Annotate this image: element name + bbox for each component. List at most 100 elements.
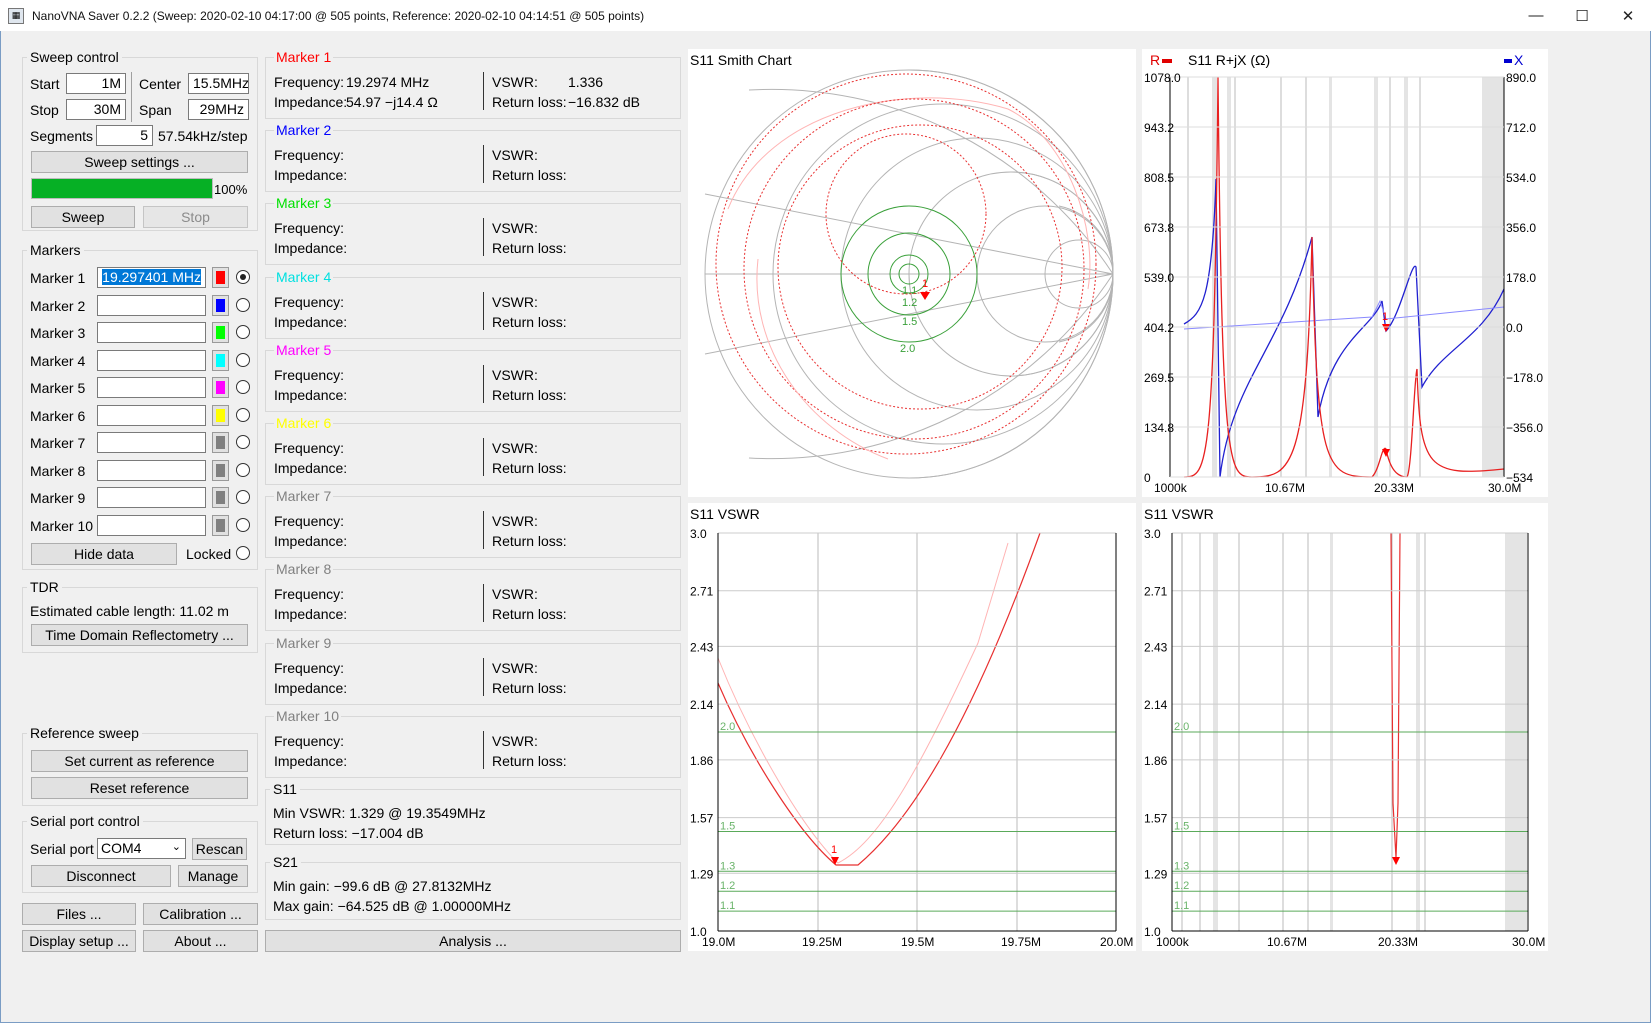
marker-frequency-input[interactable]: [97, 487, 206, 508]
marker-data-separator: [483, 364, 484, 403]
serial-port-select[interactable]: COM4 ⌄: [97, 838, 186, 859]
marker-frequency-input[interactable]: [97, 349, 206, 371]
marker-select-radio[interactable]: [236, 462, 250, 477]
marker-row-label: Marker 1: [30, 270, 86, 286]
marker-field-label: Impedance:: [274, 386, 348, 403]
marker-row-label: Marker 7: [30, 435, 86, 451]
marker-frequency-input[interactable]: [97, 514, 206, 536]
stop-button[interactable]: Stop: [143, 206, 248, 228]
hide-data-button[interactable]: Hide data: [31, 543, 177, 565]
vswr-zoom-chart-panel[interactable]: S11 VSWR 1 3.0 2.71 2.43 2.14 1.86 1.57 1.29 1.…: [688, 503, 1136, 951]
marker-frequency-input[interactable]: [97, 404, 206, 426]
marker-field-label: Impedance:: [274, 679, 348, 696]
center-label: Center: [139, 76, 182, 92]
segments-input[interactable]: 5: [96, 125, 153, 146]
marker-field-label: Frequency:: [274, 74, 345, 90]
marker-field-label: Impedance:: [274, 94, 348, 110]
marker-select-radio[interactable]: [236, 435, 250, 449]
calibration-button[interactable]: Calibration ...: [143, 903, 258, 925]
marker-frequency-input[interactable]: [97, 459, 206, 481]
marker-data-title: Marker 10: [274, 707, 342, 724]
vswr-y-tick-label: 3.0: [690, 527, 707, 541]
r-legend-label: R: [1150, 52, 1161, 68]
set-reference-button[interactable]: Set current as reference: [31, 750, 248, 772]
marker-data-title: Marker 3: [274, 195, 334, 212]
rjx-left-tick-label: 1078.0: [1144, 71, 1181, 85]
marker-data-separator: [483, 72, 484, 110]
sweep-button[interactable]: Sweep: [31, 206, 135, 228]
smith-chart-panel[interactable]: S11 Smith Chart 1.1 1.2 1.5 2.0 1: [688, 49, 1136, 497]
marker-color-button[interactable]: [212, 349, 229, 371]
maximize-button[interactable]: ☐: [1559, 0, 1605, 31]
marker-color-button[interactable]: [212, 267, 229, 288]
marker-data-separator: [483, 218, 484, 257]
marker-color-button[interactable]: [212, 514, 229, 536]
disconnect-button[interactable]: Disconnect: [31, 865, 171, 887]
marker-color-button[interactable]: [212, 487, 229, 508]
marker-frequency-input[interactable]: 19.297401 MHz: [97, 267, 206, 288]
marker-select-radio[interactable]: [236, 407, 250, 422]
vswr-reference-label: 2.0: [720, 721, 735, 733]
vswr-full-chart-panel[interactable]: S11 VSWR 3.0 2.71 2.43 2.14 1.86 1.57 1.29 1.0 2…: [1142, 503, 1548, 951]
span-input[interactable]: 29MHz: [188, 99, 249, 120]
marker-select-radio[interactable]: [236, 270, 250, 284]
marker-field-label: Impedance:: [274, 313, 348, 330]
vswr-reference-label: 2.0: [1174, 721, 1189, 733]
marker-select-radio[interactable]: [236, 517, 250, 532]
marker-field-label: Frequency:: [274, 513, 345, 530]
marker-field-label: Return loss:: [492, 606, 567, 623]
marker-field-label: Return loss:: [492, 94, 567, 110]
marker-frequency-input[interactable]: [97, 294, 206, 316]
analysis-button[interactable]: Analysis ...: [265, 930, 681, 952]
marker-color-button[interactable]: [212, 432, 229, 453]
marker-color-button[interactable]: [212, 322, 229, 343]
display-setup-button[interactable]: Display setup ...: [22, 930, 136, 952]
marker-select-radio[interactable]: [236, 380, 250, 394]
marker-frequency-input[interactable]: [97, 322, 206, 343]
marker-select-radio[interactable]: [236, 297, 250, 312]
vswr-zoom-marker-1-label: 1: [831, 844, 837, 856]
files-button[interactable]: Files ...: [22, 903, 136, 925]
center-input[interactable]: 15.5MHz: [188, 73, 249, 94]
marker-select-radio[interactable]: [236, 352, 250, 367]
vswr-y-tick-label: 2.71: [690, 585, 714, 599]
locked-radio[interactable]: [236, 546, 250, 560]
minimize-button[interactable]: —: [1513, 0, 1559, 31]
vswr-label-2-0: 2.0: [900, 343, 915, 355]
marker-field-label: Impedance:: [274, 240, 348, 257]
vswr-y-tick-label: 2.71: [1144, 585, 1168, 599]
marker-row-label: Marker 10: [30, 517, 94, 534]
marker-row-label: Marker 6: [30, 407, 86, 424]
marker-select-radio[interactable]: [236, 490, 250, 504]
window-title: NanoVNA Saver 0.2.2 (Sweep: 2020-02-10 0…: [32, 8, 645, 23]
vswr-reference-label: 1.5: [1174, 821, 1189, 833]
marker-color-button[interactable]: [212, 377, 229, 398]
vswr-reference-label: 1.1: [1174, 900, 1189, 912]
marker-color-button[interactable]: [212, 404, 229, 426]
marker-color-button[interactable]: [212, 459, 229, 481]
vswr-reference-label: 1.2: [1174, 880, 1189, 892]
marker-frequency-selected-text: 19.297401 MHz: [102, 269, 201, 285]
s21-summary-title: S21: [270, 854, 301, 870]
marker-frequency-input[interactable]: [97, 377, 206, 398]
close-button[interactable]: ✕: [1605, 0, 1651, 31]
marker-color-button[interactable]: [212, 294, 229, 316]
markers-title: Markers: [27, 242, 84, 258]
marker-select-radio[interactable]: [236, 325, 250, 339]
stop-input[interactable]: 30M: [66, 99, 126, 120]
marker-field-label: VSWR:: [492, 147, 538, 164]
rescan-button[interactable]: Rescan: [192, 838, 247, 860]
marker-data-box: Marker 3 Frequency: Impedance: VSWR: Return …: [265, 195, 681, 266]
sweep-settings-button[interactable]: Sweep settings ...: [31, 151, 248, 173]
marker-data-box: Marker 5 Frequency: Impedance: VSWR: Return …: [265, 341, 681, 412]
start-input[interactable]: 1M: [66, 73, 126, 94]
marker-color-swatch: [216, 326, 225, 339]
marker-frequency-input[interactable]: [97, 432, 206, 453]
vswr-y-tick-label: 2.43: [690, 640, 714, 654]
rjx-chart-panel[interactable]: 1 1078.0 943.2 808.5 673.8 539.0 404.2 269.5 13…: [1142, 49, 1548, 497]
reset-reference-button[interactable]: Reset reference: [31, 777, 248, 799]
about-button[interactable]: About ...: [143, 930, 258, 952]
tdr-button[interactable]: Time Domain Reflectometry ...: [31, 624, 248, 646]
manage-button[interactable]: Manage: [178, 865, 248, 887]
marker-field-label: VSWR:: [492, 366, 538, 383]
